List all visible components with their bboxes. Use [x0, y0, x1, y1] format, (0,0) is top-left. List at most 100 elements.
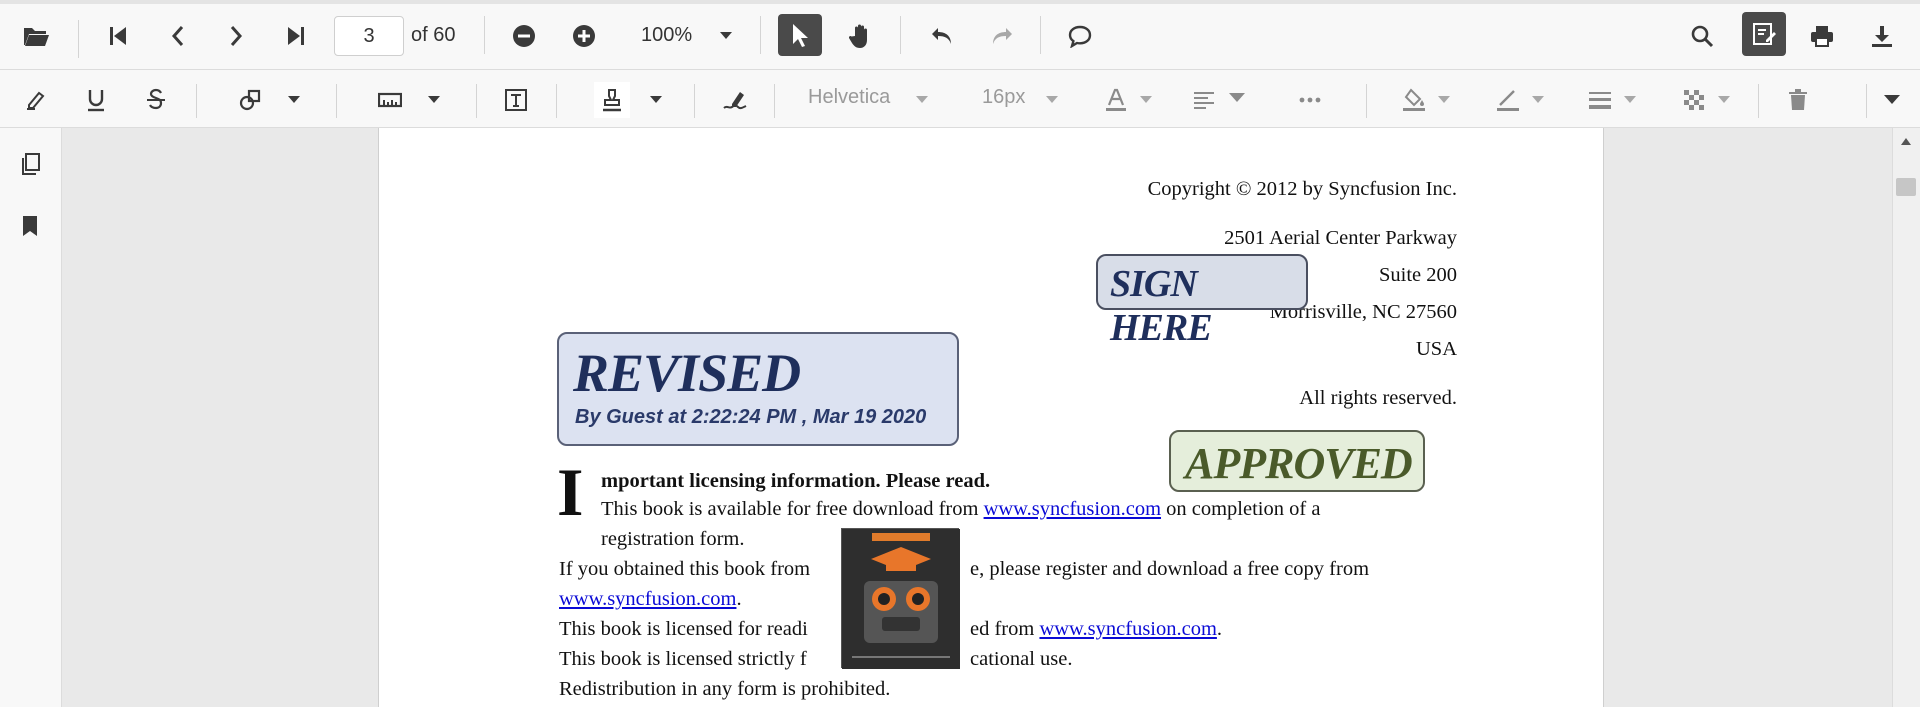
separator	[1866, 84, 1867, 118]
signature-icon[interactable]	[716, 82, 756, 118]
page-number-input[interactable]	[334, 16, 404, 56]
revised-stamp-title: REVISED	[573, 343, 801, 403]
shape-dropdown-icon[interactable]	[284, 88, 304, 112]
edit-annotation-icon[interactable]	[1742, 12, 1786, 56]
stroke-color-icon[interactable]	[1490, 82, 1526, 118]
paragraph-3-end: ed from www.syncfusion.com.	[970, 618, 1222, 641]
paragraph-2-start: If you obtained this book from	[559, 558, 811, 580]
revised-stamp[interactable]: REVISED By Guest at 2:22:24 PM , Mar 19 …	[557, 332, 959, 446]
more-options-icon[interactable]	[1292, 82, 1328, 118]
text-align-dropdown-icon[interactable]	[1226, 86, 1248, 110]
line-thickness-icon[interactable]	[1582, 82, 1618, 118]
copyright-text: Copyright © 2012 by Syncfusion Inc.	[1147, 178, 1457, 200]
syncfusion-link[interactable]: www.syncfusion.com	[1039, 618, 1216, 640]
fill-color-icon[interactable]	[1396, 82, 1432, 118]
syncfusion-link[interactable]: www.syncfusion.com	[984, 498, 1161, 520]
delete-icon[interactable]	[1780, 82, 1816, 118]
redo-icon[interactable]	[982, 16, 1022, 56]
scrollbar-thumb[interactable]	[1896, 178, 1916, 196]
print-icon[interactable]	[1802, 16, 1842, 56]
scroll-up-icon[interactable]	[1896, 132, 1916, 150]
address-line-1: 2501 Aerial Center Parkway	[1224, 227, 1457, 249]
line-thickness-dropdown-icon[interactable]	[1620, 88, 1640, 112]
comment-icon[interactable]	[1060, 16, 1100, 56]
sign-here-stamp-text: SIGN HERE	[1110, 263, 1213, 349]
download-icon[interactable]	[1862, 16, 1902, 56]
highlight-icon[interactable]	[18, 82, 54, 118]
separator	[556, 84, 557, 118]
text-align-icon[interactable]	[1186, 82, 1222, 118]
stamp-icon[interactable]	[594, 82, 630, 118]
paragraph-2-line-2: www.syncfusion.com.	[559, 588, 742, 611]
paragraph-2-end: e, please register and download a free c…	[970, 558, 1370, 580]
undo-icon[interactable]	[922, 16, 962, 56]
sign-here-stamp[interactable]: SIGN HERE	[1096, 254, 1308, 349]
document-viewer[interactable]: Copyright © 2012 by Syncfusion Inc. 2501…	[62, 128, 1892, 707]
paragraph-1-line-2: registration form.	[601, 528, 745, 550]
separator	[336, 84, 337, 118]
open-folder-icon[interactable]	[18, 18, 54, 54]
address-line-2: Suite 200	[1378, 264, 1457, 286]
stamp-dropdown-icon[interactable]	[646, 88, 666, 112]
font-size-dropdown-icon[interactable]	[1042, 88, 1062, 112]
text: on completion of a	[1161, 498, 1321, 520]
font-size-select[interactable]: 16px	[982, 86, 1025, 109]
previous-page-icon[interactable]	[160, 18, 196, 54]
approved-stamp[interactable]: APPROVED	[1169, 430, 1425, 492]
text: This book is available for free download…	[601, 498, 984, 520]
text: ed from	[970, 618, 1040, 640]
zoom-dropdown-icon[interactable]	[714, 22, 738, 50]
separator	[760, 16, 761, 54]
measure-dropdown-icon[interactable]	[424, 88, 444, 112]
zoom-out-icon[interactable]	[506, 18, 542, 54]
separator	[1366, 84, 1367, 118]
first-page-icon[interactable]	[100, 18, 136, 54]
measure-tool-icon[interactable]	[372, 82, 408, 118]
zoom-level[interactable]: 100%	[641, 24, 692, 47]
page-thumbnails-icon[interactable]	[12, 146, 48, 182]
approved-stamp-text: APPROVED	[1185, 439, 1413, 488]
separator	[484, 16, 485, 54]
rights-text: All rights reserved.	[1299, 387, 1457, 409]
revised-stamp-subtitle: By Guest at 2:22:24 PM , Mar 19 2020	[575, 406, 927, 428]
paragraph-4-start: This book is licensed strictly f	[559, 648, 807, 670]
text: .	[736, 588, 742, 610]
drop-cap: I	[557, 454, 584, 530]
last-page-icon[interactable]	[278, 18, 314, 54]
fill-color-dropdown-icon[interactable]	[1434, 88, 1454, 112]
font-family-dropdown-icon[interactable]	[912, 88, 932, 112]
separator	[774, 84, 775, 118]
font-color-dropdown-icon[interactable]	[1136, 88, 1156, 112]
font-family-select[interactable]: Helvetica	[808, 86, 890, 109]
text: .	[1216, 618, 1223, 640]
syncfusion-link[interactable]: www.syncfusion.com	[559, 588, 736, 610]
underline-icon[interactable]	[78, 82, 114, 118]
bookmark-icon[interactable]	[12, 208, 48, 244]
separator	[476, 84, 477, 118]
paragraph-5: Redistribution in any form is prohibited…	[559, 678, 891, 700]
next-page-icon[interactable]	[218, 18, 254, 54]
strikethrough-icon[interactable]	[138, 82, 174, 118]
toolbar-collapse-icon[interactable]	[1874, 86, 1910, 114]
paragraph-4-end: cational use.	[970, 648, 1073, 670]
separator	[1758, 84, 1759, 118]
vertical-scrollbar[interactable]	[1892, 128, 1920, 707]
stroke-color-dropdown-icon[interactable]	[1528, 88, 1548, 112]
selection-tool-icon[interactable]	[778, 14, 822, 56]
opacity-dropdown-icon[interactable]	[1714, 88, 1734, 112]
search-icon[interactable]	[1682, 16, 1722, 56]
pan-tool-icon[interactable]	[841, 16, 881, 56]
pdf-page[interactable]: Copyright © 2012 by Syncfusion Inc. 2501…	[378, 128, 1604, 707]
separator	[900, 16, 901, 54]
page-count-label: of 60	[411, 24, 456, 46]
licensing-heading: mportant licensing information. Please r…	[601, 470, 991, 492]
free-text-icon[interactable]	[498, 82, 534, 118]
opacity-icon[interactable]	[1676, 82, 1712, 118]
separator	[694, 84, 695, 118]
paragraph-1-line-1: This book is available for free download…	[601, 498, 1320, 521]
book-cover-image[interactable]	[841, 528, 960, 669]
font-color-icon[interactable]	[1098, 82, 1134, 118]
shape-tool-icon[interactable]	[232, 82, 268, 118]
paragraph-3-start: This book is licensed for readi	[559, 618, 808, 640]
zoom-in-icon[interactable]	[566, 18, 602, 54]
